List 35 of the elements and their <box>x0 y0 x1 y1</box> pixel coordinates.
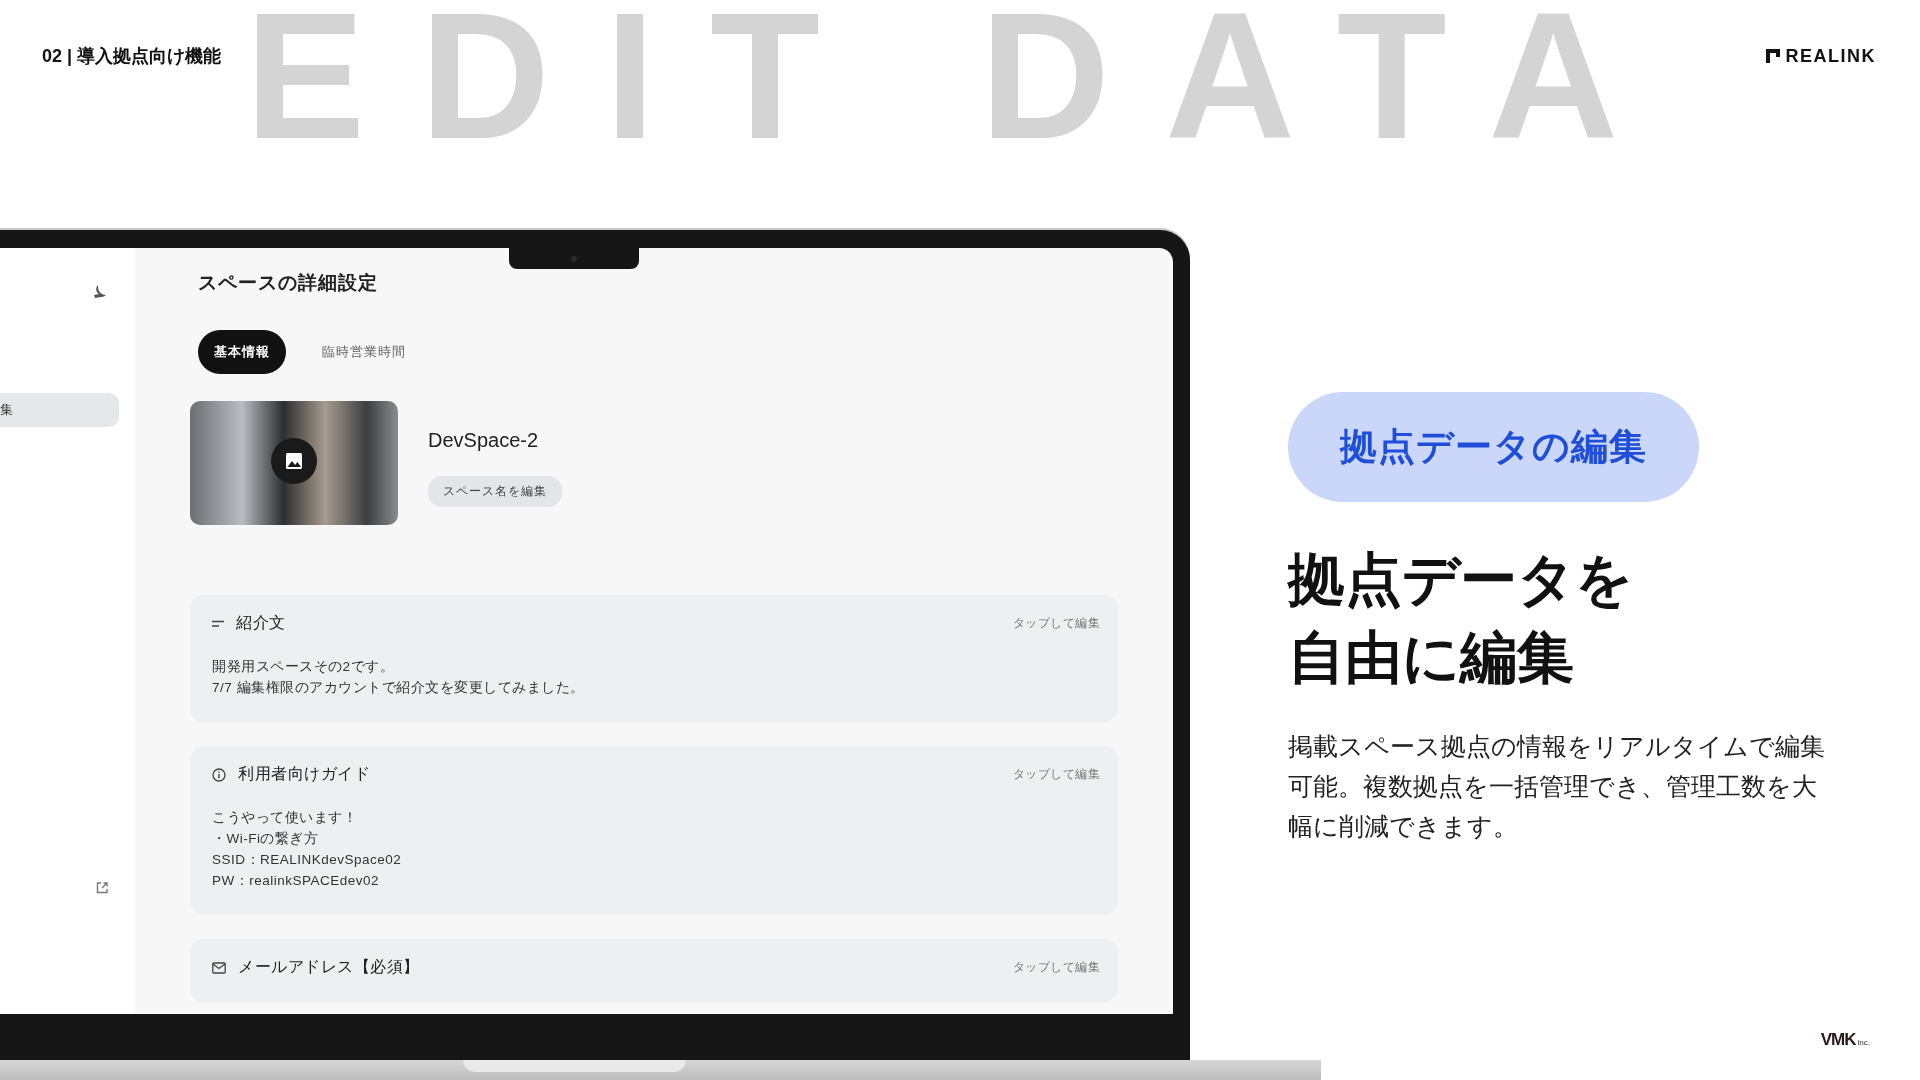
section-card[interactable]: メールアドレス【必須】 タップして編集 <box>190 939 1118 1002</box>
tab[interactable]: 臨時営業時間 <box>306 330 422 374</box>
company-logo: VMK <box>1820 1030 1856 1050</box>
section-text: ・Wi-Fiの繋ぎ方 <box>212 830 320 848</box>
feature-badge: 拠点データの編集 <box>1288 392 1699 502</box>
section-card[interactable]: 紹介文 タップして編集 開発用スペースその2です。 7/7 編集権限のアカウントで紹介文を変更してみました。 <box>190 595 1118 722</box>
sidebar-item[interactable]: 集 <box>0 393 119 427</box>
description: 掲載スペース拠点の情報をリアルタイムで編集可能。複数拠点を一括管理でき、管理工数を大幅に削減できます。 <box>1288 731 1826 842</box>
section-card[interactable]: 利用者向けガイド タップして編集 こうやって使います！ ・Wi-Fiの繋ぎ方 SSID：REALINKdevSpace02 PW：realinkSPACEdev02 <box>190 746 1118 915</box>
space-name: DevSpace-2 <box>428 429 539 452</box>
section-text: こうやって使います！ <box>212 809 358 827</box>
mail-icon <box>212 961 226 974</box>
section-text: 7/7 編集権限のアカウントで紹介文を変更してみました。 <box>212 679 586 697</box>
edit-hint[interactable]: タップして編集 <box>1012 959 1100 976</box>
image-icon[interactable] <box>271 438 317 484</box>
section-text: 開発用スペースその2です。 <box>212 658 395 676</box>
brand-logo: REALINK <box>1785 45 1876 67</box>
headline: 拠点データを 自由に編集 <box>1288 546 1634 691</box>
edit-hint[interactable]: タップして編集 <box>1012 766 1100 783</box>
company-suffix: inc. <box>1857 1038 1870 1047</box>
app-logo-icon <box>92 285 106 299</box>
logo-mark-icon <box>1765 49 1780 63</box>
section-title: 紹介文 <box>236 613 287 633</box>
section-text: SSID：REALINKdevSpace02 <box>212 851 403 869</box>
section-title: メールアドレス【必須】 <box>238 957 421 977</box>
external-link-icon[interactable] <box>96 882 108 894</box>
short-text-icon <box>212 619 224 628</box>
page-title: スペースの詳細設定 <box>198 271 379 295</box>
section-label: 02 | 導入拠点向け機能 <box>42 45 222 68</box>
tab[interactable]: 基本情報 <box>198 330 286 374</box>
edit-hint[interactable]: タップして編集 <box>1012 615 1100 632</box>
info-icon <box>212 767 226 782</box>
section-text: PW：realinkSPACEdev02 <box>212 872 381 890</box>
rename-button[interactable]: スペース名を編集 <box>428 476 562 507</box>
section-title: 利用者向けガイド <box>238 764 371 784</box>
